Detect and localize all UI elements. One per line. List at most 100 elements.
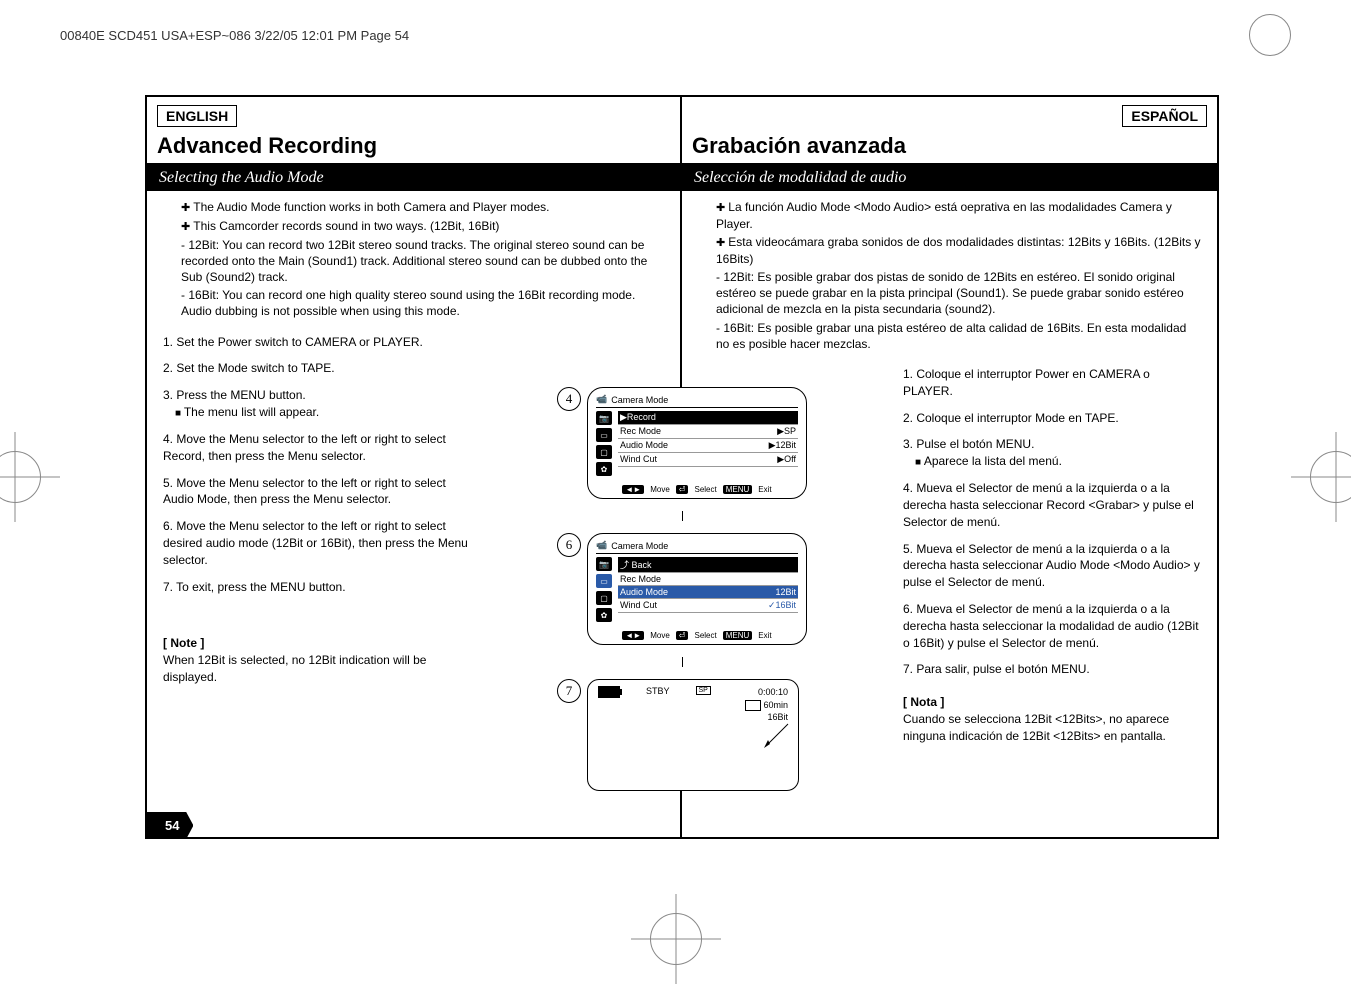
step-es-6: 6. Mueva el Selector de menú a la izquie… (903, 601, 1201, 651)
osd4-move: Move (650, 485, 670, 494)
step-es-4: 4. Mueva el Selector de menú a la izquie… (903, 480, 1201, 530)
select-key-icon: ⏎ (676, 485, 689, 494)
page-mark-overlay (1249, 14, 1291, 56)
timecode: 0:00:10 (745, 686, 788, 699)
osd6-back: ⤴ Back (620, 558, 652, 571)
osd-screen-6: 📹 Camera Mode 📷 ▭ ▢ ✿ ⤴ Back Rec Mode Au… (587, 533, 807, 645)
tape-remain: 60min (763, 700, 788, 710)
step-es-2: 2. Coloque el interruptor Mode en TAPE. (903, 410, 1201, 427)
osd6-move: Move (650, 631, 670, 640)
intro-en-1: The Audio Mode function works in both Ca… (181, 199, 664, 216)
intro-es-d2: 16Bit: Es posible grabar una pista estér… (716, 320, 1201, 352)
intro-en: The Audio Mode function works in both Ca… (147, 191, 680, 328)
camcorder-icon: 📹 (596, 394, 607, 405)
tape-icon: ▭ (596, 428, 612, 442)
figure-7-number: 7 (557, 679, 581, 703)
step-en-3b: The menu list will appear. (175, 405, 319, 419)
page-number-badge: 54 (145, 812, 193, 839)
osd4-r3r: ▶Off (777, 454, 796, 465)
osd6-r3l: Wind Cut (620, 600, 657, 611)
display-icon: ▢ (596, 445, 612, 459)
battery-icon (598, 686, 620, 698)
title-es: Grabación avanzada (682, 133, 1217, 165)
crop-mark-bottom (631, 894, 721, 984)
note-es: Cuando se selecciona 12Bit <12Bits>, no … (903, 711, 1201, 745)
osd4-section: ▶Record (620, 412, 656, 423)
subtitle-en: Selecting the Audio Mode (147, 165, 680, 191)
stby-label: STBY (646, 686, 670, 696)
step-en-3: 3. Press the MENU button. (163, 388, 306, 402)
preview-screen: STBY SP 0:00:10 60min 16Bit (587, 679, 799, 791)
tape-icon-active: ▭ (596, 574, 612, 588)
callout-arrow-icon (760, 722, 790, 752)
intro-en-d1: 12Bit: You can record two 12Bit stereo s… (181, 237, 664, 286)
print-job-header: 00840E SCD451 USA+ESP~086 3/22/05 12:01 … (60, 20, 1291, 50)
osd4-r2r: ▶12Bit (769, 440, 796, 451)
camera-icon: 📷 (596, 411, 612, 425)
intro-es-1: La función Audio Mode <Modo Audio> está … (716, 199, 1201, 232)
intro-es-2: Esta videocámara graba sonidos de dos mo… (716, 234, 1201, 267)
osd4-r3l: Wind Cut (620, 454, 657, 465)
title-en: Advanced Recording (147, 133, 680, 165)
osd6-r1l: Rec Mode (620, 574, 661, 584)
lang-label-en: ENGLISH (157, 105, 237, 127)
lang-label-es: ESPAÑOL (1122, 105, 1207, 127)
osd4-r1l: Rec Mode (620, 426, 661, 437)
osd4-title: Camera Mode (611, 395, 668, 405)
intro-en-d2: 16Bit: You can record one high quality s… (181, 287, 664, 319)
figure-stack: 4 📹 Camera Mode 📷 ▭ ▢ ✿ ▶Record Rec Mo (557, 387, 807, 791)
intro-en-2: This Camcorder records sound in two ways… (181, 218, 664, 235)
note-label-es: [ Nota ] (903, 694, 1201, 711)
step-es-7: 7. Para salir, pulse el botón MENU. (903, 661, 1201, 678)
osd4-r2l: Audio Mode (620, 440, 668, 451)
step-es-1: 1. Coloque el interruptor Power en CAMER… (903, 366, 1201, 400)
osd4-select: Select (694, 485, 716, 494)
osd6-select: Select (694, 631, 716, 640)
figure-4-number: 4 (557, 387, 581, 411)
gear-icon: ✿ (596, 608, 612, 622)
note-label-en: [ Note ] (163, 635, 473, 652)
step-en-2: 2. Set the Mode switch to TAPE. (163, 360, 473, 377)
connector-line-2 (682, 657, 683, 667)
intro-es: La función Audio Mode <Modo Audio> está … (682, 191, 1217, 360)
menu-key-icon: MENU (723, 485, 753, 494)
menu-key-icon: MENU (723, 631, 753, 640)
steps-en: 1. Set the Power switch to CAMERA or PLA… (147, 328, 489, 692)
display-icon: ▢ (596, 591, 612, 605)
nav-arrows-icon: ◄► (622, 485, 644, 494)
crop-mark-right (1291, 432, 1351, 522)
tape-remain-icon (745, 700, 761, 711)
step-es-3b: Aparece la lista del menú. (915, 454, 1062, 468)
registration-circle (1249, 14, 1291, 56)
osd6-title: Camera Mode (611, 541, 668, 551)
osd4-exit: Exit (758, 485, 771, 494)
camera-icon: 📷 (596, 557, 612, 571)
select-key-icon: ⏎ (676, 631, 689, 640)
osd-screen-4: 📹 Camera Mode 📷 ▭ ▢ ✿ ▶Record Rec Mode ▶S… (587, 387, 807, 499)
connector-line-1 (682, 511, 683, 521)
subtitle-es: Selección de modalidad de audio (682, 165, 1217, 191)
note-en: When 12Bit is selected, no 12Bit indicat… (163, 652, 473, 686)
step-en-4: 4. Move the Menu selector to the left or… (163, 431, 473, 465)
job-info-text: 00840E SCD451 USA+ESP~086 3/22/05 12:01 … (60, 28, 409, 43)
figure-4: 4 📹 Camera Mode 📷 ▭ ▢ ✿ ▶Record Rec Mo (557, 387, 807, 499)
content-frame: ENGLISH Advanced Recording Selecting the… (145, 95, 1219, 839)
step-en-7: 7. To exit, press the MENU button. (163, 579, 473, 596)
crop-mark-left (0, 432, 60, 522)
nav-arrows-icon: ◄► (622, 631, 644, 640)
osd6-r2r: 12Bit (775, 587, 796, 597)
camcorder-icon: 📹 (596, 540, 607, 551)
step-en-1: 1. Set the Power switch to CAMERA or PLA… (163, 334, 473, 351)
osd4-r1r: ▶SP (777, 426, 796, 437)
step-en-6: 6. Move the Menu selector to the left or… (163, 518, 473, 568)
osd6-r3r: ✓16Bit (768, 600, 796, 611)
gear-icon: ✿ (596, 462, 612, 476)
figure-6-number: 6 (557, 533, 581, 557)
osd6-exit: Exit (758, 631, 771, 640)
figure-7: 7 STBY SP 0:00:10 60min 16Bit (557, 679, 807, 791)
figure-6: 6 📹 Camera Mode 📷 ▭ ▢ ✿ ⤴ Back Rec Mod (557, 533, 807, 645)
step-es-5: 5. Mueva el Selector de menú a la izquie… (903, 541, 1201, 591)
intro-es-d1: 12Bit: Es posible grabar dos pistas de s… (716, 269, 1201, 318)
step-en-5: 5. Move the Menu selector to the left or… (163, 475, 473, 509)
osd6-r2l: Audio Mode (620, 587, 668, 597)
